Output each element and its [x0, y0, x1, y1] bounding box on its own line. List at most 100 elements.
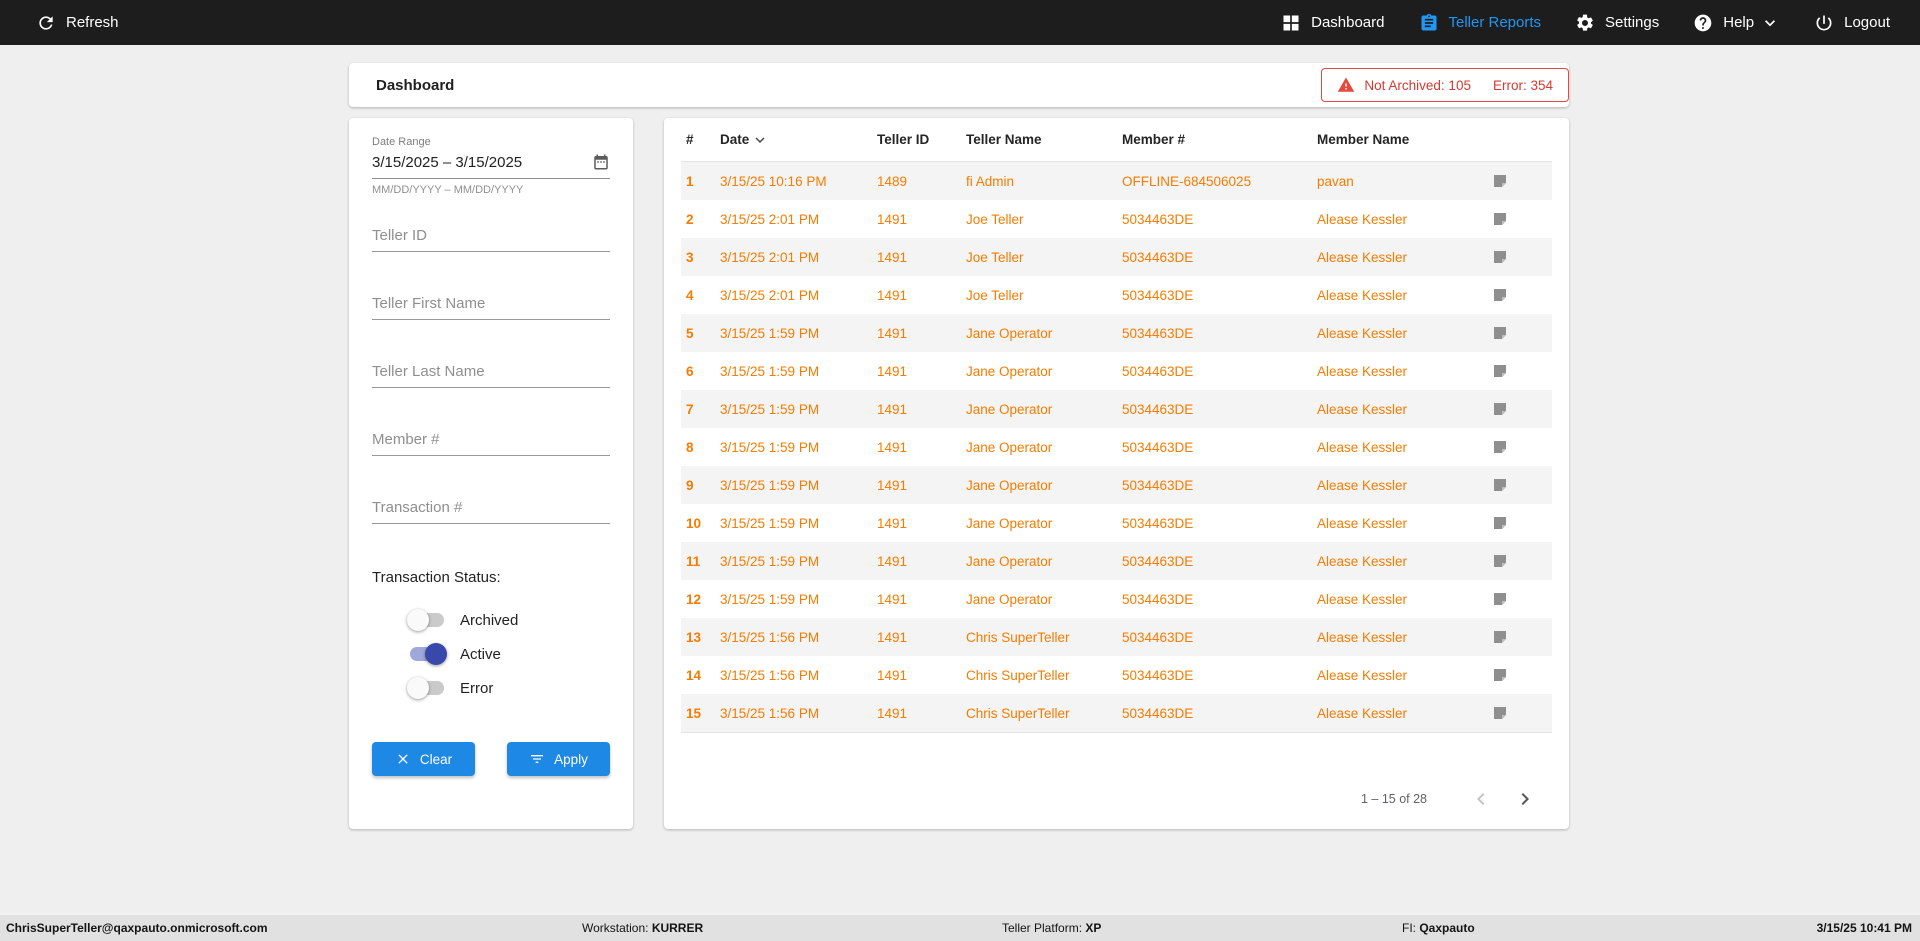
- row-member-number: 5034463DE: [1122, 515, 1194, 531]
- pagination: 1 – 15 of 28: [1361, 787, 1537, 811]
- teller-id-input[interactable]: [372, 223, 610, 252]
- note-icon[interactable]: [1492, 629, 1508, 645]
- table-row[interactable]: 1 3/15/25 10:16 PM 1489 fi Admin OFFLINE…: [681, 162, 1552, 200]
- table-row[interactable]: 7 3/15/25 1:59 PM 1491 Jane Operator 503…: [681, 390, 1552, 428]
- row-member-number: 5034463DE: [1122, 629, 1194, 645]
- table-row[interactable]: 13 3/15/25 1:56 PM 1491 Chris SuperTelle…: [681, 618, 1552, 656]
- table-row[interactable]: 5 3/15/25 1:59 PM 1491 Jane Operator 503…: [681, 314, 1552, 352]
- error-toggle[interactable]: Error: [407, 676, 610, 700]
- archived-toggle[interactable]: Archived: [407, 608, 610, 632]
- table-row[interactable]: 3 3/15/25 2:01 PM 1491 Joe Teller 503446…: [681, 238, 1552, 276]
- note-icon[interactable]: [1492, 515, 1508, 531]
- apply-label: Apply: [554, 751, 588, 767]
- nav-label: Help: [1723, 14, 1755, 31]
- row-member-name: Alease Kessler: [1317, 401, 1408, 417]
- row-teller-id: 1491: [877, 705, 908, 721]
- nav-teller-reports[interactable]: Teller Reports: [1419, 13, 1542, 33]
- clear-button[interactable]: Clear: [372, 742, 475, 776]
- row-date: 3/15/25 1:59 PM: [720, 477, 820, 493]
- column-header-date[interactable]: Date: [720, 131, 877, 149]
- row-member-name: Alease Kessler: [1317, 363, 1408, 379]
- note-icon[interactable]: [1492, 363, 1508, 379]
- row-member-name: Alease Kessler: [1317, 629, 1408, 645]
- table-row[interactable]: 2 3/15/25 2:01 PM 1491 Joe Teller 503446…: [681, 200, 1552, 238]
- teller-last-name-input[interactable]: [372, 359, 610, 388]
- refresh-button[interactable]: Refresh: [36, 13, 119, 33]
- note-icon[interactable]: [1492, 667, 1508, 683]
- top-nav-items: Dashboard Teller Reports Settings Help L…: [1281, 13, 1890, 33]
- date-range-input[interactable]: 3/15/2025 – 3/15/2025: [372, 153, 610, 179]
- table-row[interactable]: 10 3/15/25 1:59 PM 1491 Jane Operator 50…: [681, 504, 1552, 542]
- nav-label: Settings: [1605, 14, 1660, 31]
- transaction-number-input[interactable]: [372, 495, 610, 524]
- nav-help[interactable]: Help: [1693, 13, 1780, 33]
- table-row[interactable]: 8 3/15/25 1:59 PM 1491 Jane Operator 503…: [681, 428, 1552, 466]
- note-icon[interactable]: [1492, 211, 1508, 227]
- not-archived-count: Not Archived: 105: [1364, 77, 1471, 93]
- nav-settings[interactable]: Settings: [1575, 13, 1659, 33]
- active-toggle[interactable]: Active: [407, 642, 610, 666]
- row-member-name: Alease Kessler: [1317, 515, 1408, 531]
- row-teller-id: 1491: [877, 591, 908, 607]
- table-row[interactable]: 14 3/15/25 1:56 PM 1491 Chris SuperTelle…: [681, 656, 1552, 694]
- note-cell: [1492, 363, 1552, 379]
- row-number: 9: [686, 477, 694, 493]
- member-number-input[interactable]: [372, 427, 610, 456]
- note-icon[interactable]: [1492, 553, 1508, 569]
- archived-switch: [407, 608, 447, 632]
- table-row[interactable]: 9 3/15/25 1:59 PM 1491 Jane Operator 503…: [681, 466, 1552, 504]
- row-member-name: Alease Kessler: [1317, 439, 1408, 455]
- table-row[interactable]: 6 3/15/25 1:59 PM 1491 Jane Operator 503…: [681, 352, 1552, 390]
- column-header-teller-id[interactable]: Teller ID: [877, 132, 966, 147]
- table-row[interactable]: 12 3/15/25 1:59 PM 1491 Jane Operator 50…: [681, 580, 1552, 618]
- row-number: 3: [686, 249, 694, 265]
- row-number: 7: [686, 401, 694, 417]
- row-member-number: 5034463DE: [1122, 401, 1194, 417]
- row-teller-id: 1491: [877, 249, 908, 265]
- row-number: 11: [686, 553, 701, 569]
- row-member-name: Alease Kessler: [1317, 591, 1408, 607]
- nav-label: Teller Reports: [1448, 14, 1542, 31]
- row-teller-id: 1491: [877, 629, 908, 645]
- row-teller-name: Jane Operator: [966, 325, 1053, 341]
- row-member-name: Alease Kessler: [1317, 477, 1408, 493]
- note-cell: [1492, 553, 1552, 569]
- row-teller-name: Jane Operator: [966, 515, 1053, 531]
- note-icon[interactable]: [1492, 173, 1508, 189]
- note-icon[interactable]: [1492, 287, 1508, 303]
- note-icon[interactable]: [1492, 477, 1508, 493]
- note-icon[interactable]: [1492, 249, 1508, 265]
- column-header-member-name[interactable]: Member Name: [1317, 132, 1492, 147]
- table-row[interactable]: 11 3/15/25 1:59 PM 1491 Jane Operator 50…: [681, 542, 1552, 580]
- row-date: 3/15/25 10:16 PM: [720, 173, 827, 189]
- row-teller-name: Joe Teller: [966, 249, 1024, 265]
- help-icon: [1694, 14, 1712, 31]
- calendar-icon[interactable]: [592, 153, 610, 171]
- next-page-button[interactable]: [1513, 787, 1537, 811]
- column-header-member-number[interactable]: Member #: [1122, 132, 1317, 147]
- note-icon[interactable]: [1492, 401, 1508, 417]
- column-header-teller-name[interactable]: Teller Name: [966, 132, 1122, 147]
- note-icon[interactable]: [1492, 439, 1508, 455]
- nav-logout[interactable]: Logout: [1814, 13, 1890, 33]
- column-header-number[interactable]: #: [686, 132, 720, 147]
- note-cell: [1492, 287, 1552, 303]
- row-teller-name: Jane Operator: [966, 591, 1053, 607]
- apply-button[interactable]: Apply: [507, 742, 610, 776]
- row-number: 14: [686, 667, 702, 683]
- table-row[interactable]: 4 3/15/25 2:01 PM 1491 Joe Teller 503446…: [681, 276, 1552, 314]
- row-date: 3/15/25 1:59 PM: [720, 439, 820, 455]
- row-teller-id: 1491: [877, 667, 908, 683]
- row-date: 3/15/25 1:56 PM: [720, 705, 820, 721]
- table-row[interactable]: 15 3/15/25 1:56 PM 1491 Chris SuperTelle…: [681, 694, 1552, 732]
- date-format-hint: MM/DD/YYYY – MM/DD/YYYY: [372, 184, 524, 196]
- nav-dashboard[interactable]: Dashboard: [1281, 13, 1385, 33]
- transaction-status-label: Transaction Status:: [372, 569, 501, 586]
- note-icon[interactable]: [1492, 325, 1508, 341]
- previous-page-button[interactable]: [1469, 787, 1493, 811]
- refresh-label: Refresh: [66, 14, 119, 31]
- note-icon[interactable]: [1492, 705, 1508, 721]
- note-icon[interactable]: [1492, 591, 1508, 607]
- teller-first-name-input[interactable]: [372, 291, 610, 320]
- row-member-name: Alease Kessler: [1317, 667, 1408, 683]
